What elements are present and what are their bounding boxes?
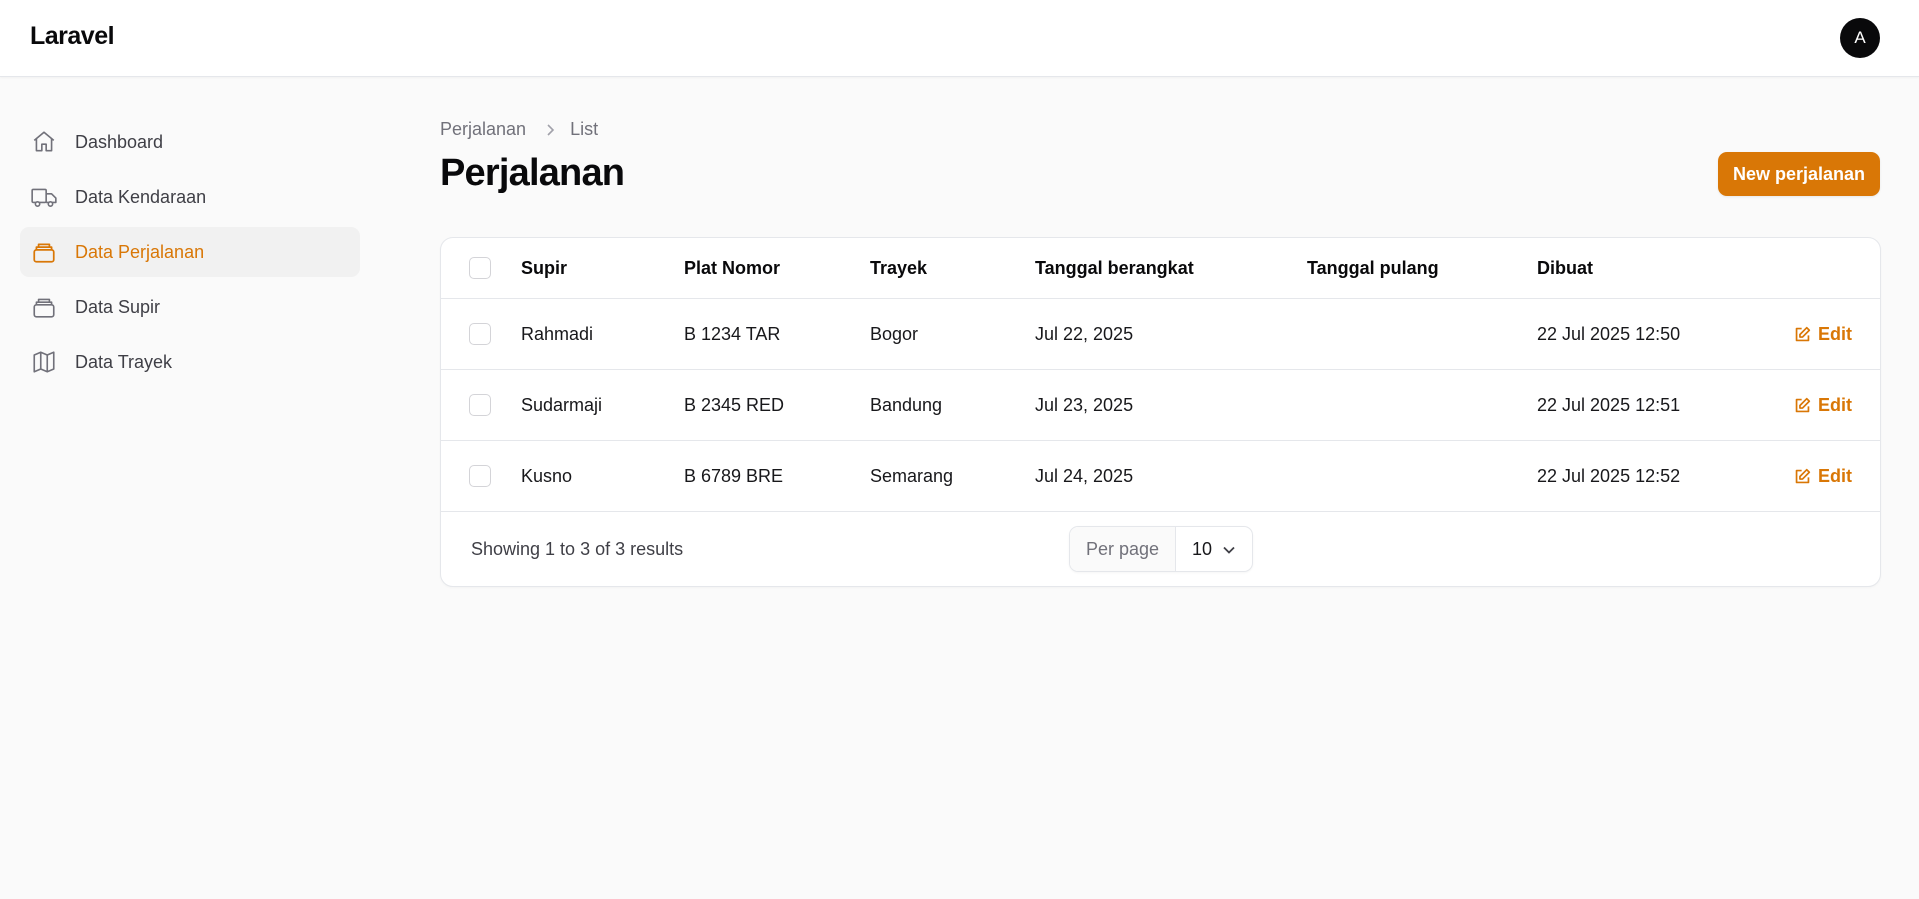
sidebar-item-label: Dashboard [75,131,164,152]
cell-plat-nomor: B 2345 RED [684,394,785,415]
sidebar-item-label: Data Perjalanan [75,241,205,262]
top-bar: Laravel A [0,0,1919,77]
cell-trayek: Bogor [870,323,919,344]
new-perjalanan-button[interactable]: New perjalanan [1718,152,1880,196]
chevron-down-icon [1222,539,1236,560]
column-header-trayek[interactable]: Trayek [870,238,927,298]
per-page-value: 10 [1192,538,1213,559]
sidebar-item-data-supir[interactable]: Data Supir [20,282,360,332]
cell-tanggal-berangkat: Jul 23, 2025 [1035,394,1134,415]
cell-trayek: Semarang [870,465,954,486]
column-header-dibuat[interactable]: Dibuat [1537,238,1593,298]
table-row[interactable]: Sudarmaji B 2345 RED Bandung Jul 23, 202… [441,370,1880,441]
pencil-square-icon [1794,468,1811,485]
cell-plat-nomor: B 1234 TAR [684,323,781,344]
sidebar-item-dashboard[interactable]: Dashboard [20,117,360,167]
sidebar-item-label: Data Kendaraan [75,186,207,207]
home-icon [30,128,58,156]
edit-button[interactable]: Edit [1794,324,1852,345]
select-all-checkbox[interactable] [469,257,491,279]
cell-supir: Rahmadi [521,323,594,344]
user-avatar[interactable]: A [1840,18,1880,58]
column-header-tanggal-berangkat[interactable]: Tanggal berangkat [1035,238,1194,298]
column-header-supir[interactable]: Supir [521,238,567,298]
pagination-summary: Showing 1 to 3 of 3 results [471,538,684,559]
cell-trayek: Bandung [870,394,943,415]
edit-label: Edit [1818,323,1852,344]
sidebar: Dashboard Data Kendaraan Data Perjalanan… [20,117,360,392]
row-checkbox[interactable] [469,465,491,487]
edit-label: Edit [1818,465,1852,486]
edit-button[interactable]: Edit [1794,466,1852,487]
edit-button[interactable]: Edit [1794,395,1852,416]
cell-plat-nomor: B 6789 BRE [684,465,784,486]
cell-supir: Kusno [521,465,573,486]
breadcrumb-item-perjalanan[interactable]: Perjalanan [440,119,526,140]
cell-dibuat: 22 Jul 2025 12:50 [1537,323,1681,344]
stack-icon [30,238,58,266]
sidebar-item-data-perjalanan[interactable]: Data Perjalanan [20,227,360,277]
breadcrumb: Perjalanan List [440,119,598,140]
cell-dibuat: 22 Jul 2025 12:51 [1537,394,1681,415]
per-page-label: Per page [1070,527,1176,571]
column-header-plat-nomor[interactable]: Plat Nomor [684,238,780,298]
map-icon [30,348,58,376]
truck-icon [30,183,58,211]
cell-tanggal-berangkat: Jul 22, 2025 [1035,323,1134,344]
cell-dibuat: 22 Jul 2025 12:52 [1537,465,1681,486]
brand-logo[interactable]: Laravel [30,22,115,51]
chevron-right-icon [544,123,556,137]
sidebar-item-label: Data Trayek [75,351,173,372]
table-card: Supir Plat Nomor Trayek Tanggal berangka… [440,237,1881,587]
cell-tanggal-berangkat: Jul 24, 2025 [1035,465,1134,486]
row-checkbox[interactable] [469,394,491,416]
table-footer: Showing 1 to 3 of 3 results Per page 10 [441,512,1880,586]
page-title: Perjalanan [440,152,625,194]
table-row[interactable]: Kusno B 6789 BRE Semarang Jul 24, 2025 2… [441,441,1880,512]
breadcrumb-item-list: List [570,119,599,139]
stack-icon [30,293,58,321]
sidebar-item-label: Data Supir [75,296,161,317]
sidebar-item-data-kendaraan[interactable]: Data Kendaraan [20,172,360,222]
row-checkbox[interactable] [469,323,491,345]
column-header-tanggal-pulang[interactable]: Tanggal pulang [1307,238,1439,298]
per-page-select[interactable]: 10 [1176,527,1252,571]
per-page-control: Per page 10 [1069,526,1253,572]
table-row[interactable]: Rahmadi B 1234 TAR Bogor Jul 22, 2025 22… [441,299,1880,370]
edit-label: Edit [1818,394,1852,415]
cell-supir: Sudarmaji [521,394,603,415]
table-header: Supir Plat Nomor Trayek Tanggal berangka… [441,238,1880,299]
pencil-square-icon [1794,326,1811,343]
pencil-square-icon [1794,397,1811,414]
sidebar-item-data-trayek[interactable]: Data Trayek [20,337,360,387]
